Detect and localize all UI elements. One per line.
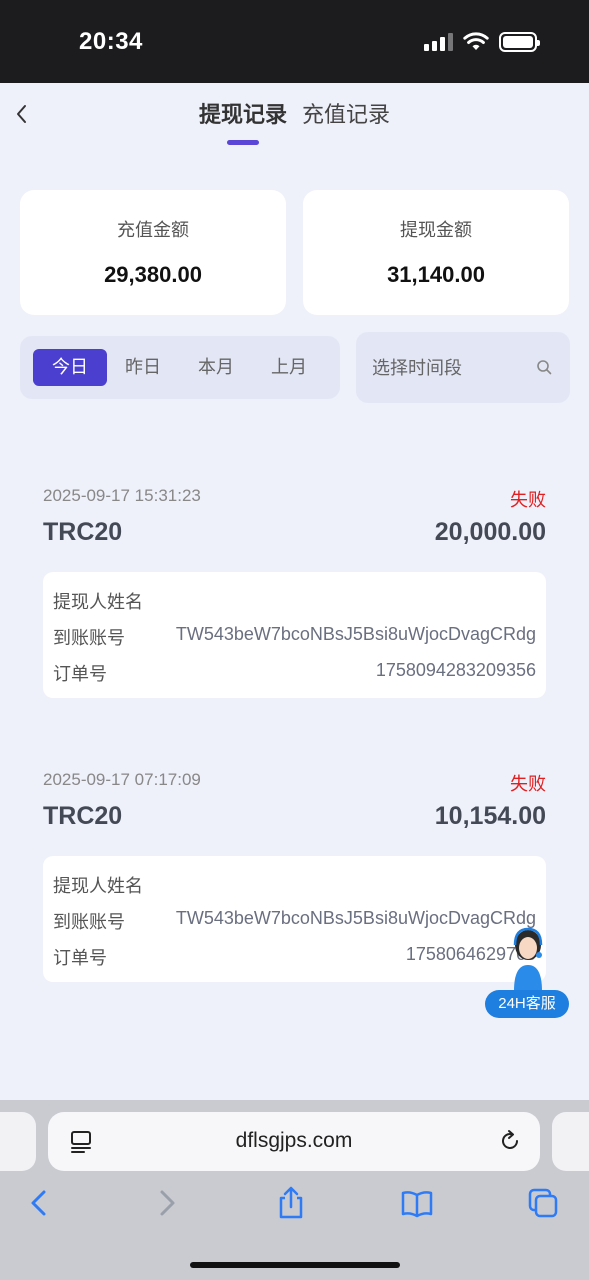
recharge-summary-card: 充值金额 29,380.00 [20, 190, 286, 315]
filter-today-button[interactable]: 今日 [33, 349, 107, 386]
record-detail-box: 提现人姓名 到账账号 TW543beW7bcoNBsJ5Bsi8uWjocDva… [43, 572, 546, 698]
tab-withdraw-records[interactable]: 提现记录 [195, 97, 291, 145]
record-detail-box: 提现人姓名 到账账号 TW543beW7bcoNBsJ5Bsi8uWjocDva… [43, 856, 546, 982]
record-name-label: 提现人姓名 [53, 876, 143, 897]
period-picker[interactable]: 选择时间段 [356, 332, 570, 403]
cellular-signal-icon [424, 33, 453, 51]
record-order-label: 订单号 [53, 664, 107, 685]
record-amount: 20,000.00 [434, 518, 546, 546]
browser-forward-icon[interactable] [150, 1186, 184, 1220]
tab-label: 充值记录 [302, 103, 391, 128]
share-icon[interactable] [274, 1186, 308, 1220]
active-tab-indicator [226, 140, 259, 145]
record-chain: TRC20 [43, 518, 123, 546]
tab-recharge-records[interactable]: 充值记录 [298, 97, 394, 129]
record-account-value: TW543beW7bcoNBsJ5Bsi8uWjocDvagCRdg [175, 908, 536, 928]
previous-tab-pill[interactable] [0, 1112, 36, 1171]
browser-bar: dflsgjps.com [0, 1100, 589, 1280]
record-account-row: 到账账号 TW543beW7bcoNBsJ5Bsi8uWjocDvagCRdg [53, 624, 536, 650]
address-bar[interactable]: dflsgjps.com [48, 1112, 540, 1171]
record-account-value: TW543beW7bcoNBsJ5Bsi8uWjocDvagCRdg [175, 624, 536, 644]
header: 提现记录 充值记录 [0, 83, 589, 153]
record-account-row: 到账账号 TW543beW7bcoNBsJ5Bsi8uWjocDvagCRdg [53, 908, 536, 934]
tabs-overview-icon[interactable] [526, 1186, 560, 1220]
customer-service-label: 24H客服 [485, 990, 569, 1018]
record-chain: TRC20 [43, 802, 123, 830]
record-amount: 10,154.00 [434, 802, 546, 830]
url-text: dflsgjps.com [235, 1129, 353, 1152]
status-icons [424, 32, 540, 52]
record-name-label: 提现人姓名 [53, 592, 143, 613]
status-time: 20:34 [79, 28, 143, 55]
bookmarks-icon[interactable] [400, 1186, 434, 1220]
withdraw-record: 2025-09-17 15:31:23 失败 TRC20 20,000.00 提… [43, 486, 546, 701]
customer-service-widget[interactable]: 24H客服 [485, 920, 569, 1020]
record-name-row: 提现人姓名 [53, 588, 536, 614]
record-order-row: 订单号 1758064629765 [53, 944, 536, 970]
search-icon [537, 360, 552, 375]
date-filter: 今日 昨日 本月 上月 [20, 336, 340, 399]
record-tabs: 提现记录 充值记录 [0, 97, 589, 145]
recharge-amount-label: 充值金额 [117, 220, 189, 241]
record-order-value: 1758094283209356 [375, 660, 536, 680]
browser-back-icon[interactable] [22, 1186, 56, 1220]
record-order-row: 订单号 1758094283209356 [53, 660, 536, 686]
recharge-amount-value: 29,380.00 [104, 262, 202, 287]
battery-icon [499, 32, 540, 52]
record-order-label: 订单号 [53, 948, 107, 969]
reload-icon[interactable] [498, 1129, 522, 1153]
withdraw-amount-value: 31,140.00 [387, 262, 485, 287]
record-time: 2025-09-17 07:17:09 [43, 770, 201, 789]
record-name-row: 提现人姓名 [53, 872, 536, 898]
next-tab-pill[interactable] [552, 1112, 589, 1171]
withdraw-amount-label: 提现金额 [400, 220, 472, 241]
withdraw-summary-card: 提现金额 31,140.00 [303, 190, 569, 315]
record-account-label: 到账账号 [53, 912, 125, 933]
record-status: 失败 [510, 774, 546, 795]
record-account-label: 到账账号 [53, 628, 125, 649]
withdraw-record: 2025-09-17 07:17:09 失败 TRC20 10,154.00 提… [43, 770, 546, 985]
filter-this-month-button[interactable]: 本月 [179, 349, 253, 386]
filter-last-month-button[interactable]: 上月 [252, 349, 326, 386]
record-time: 2025-09-17 15:31:23 [43, 486, 201, 505]
filter-yesterday-button[interactable]: 昨日 [106, 349, 180, 386]
home-indicator [190, 1262, 400, 1268]
status-bar: 20:34 [0, 0, 589, 83]
period-picker-placeholder: 选择时间段 [372, 358, 462, 379]
tab-label: 提现记录 [198, 103, 287, 128]
wifi-icon [463, 32, 489, 50]
customer-service-avatar-icon [513, 927, 543, 991]
record-status: 失败 [510, 490, 546, 511]
